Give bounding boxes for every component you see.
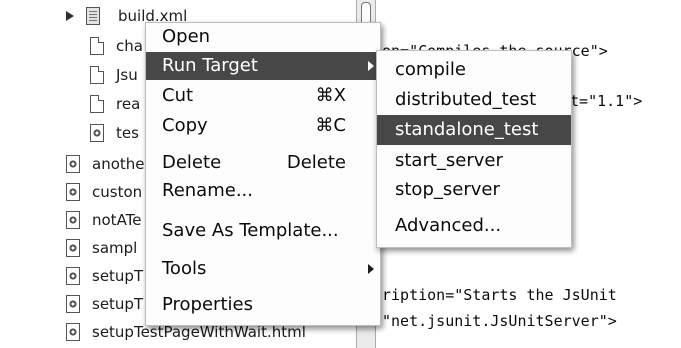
menu-item-copy[interactable]: Copy ⌘C <box>146 112 380 140</box>
code-line: ription="Starts the JsUnit <box>382 286 617 304</box>
submenu-arrow-icon <box>368 264 374 274</box>
tree-item-label: Jsu <box>116 66 138 84</box>
menu-item-label: Cut <box>162 85 194 106</box>
menu-item-label: Open <box>162 26 211 47</box>
shortcut-label: ⌘X <box>315 85 346 106</box>
submenu-item-advanced[interactable]: Advanced... <box>377 211 571 241</box>
gear-file-icon <box>66 155 80 173</box>
tree-item-label: custon <box>92 183 143 201</box>
gear-file-icon <box>66 239 80 257</box>
submenu-item-start-server[interactable]: start_server <box>377 146 571 176</box>
xml-file-icon <box>86 7 100 25</box>
submenu-item-standalone-test[interactable]: standalone_test <box>377 115 571 145</box>
shortcut-label: Delete <box>286 152 346 173</box>
menu-item-cut[interactable]: Cut ⌘X <box>146 82 380 110</box>
gear-file-icon <box>90 124 104 142</box>
menu-item-label: Tools <box>162 258 207 279</box>
document-icon <box>90 37 104 55</box>
tree-item-label: setupT <box>92 295 144 313</box>
menu-item-label: Properties <box>162 294 253 315</box>
tree-item-label: notATe <box>92 211 142 229</box>
gear-file-icon <box>66 211 80 229</box>
tree-item-label: setupT <box>92 267 144 285</box>
menu-item-save-as-template[interactable]: Save As Template... <box>146 217 380 245</box>
submenu-item-compile[interactable]: compile <box>377 55 571 85</box>
context-menu: Open Run Target Cut ⌘X Copy ⌘C Delete De… <box>145 22 381 326</box>
menu-item-label: Rename... <box>162 180 253 201</box>
disclosure-triangle-icon[interactable] <box>66 11 74 21</box>
gear-file-icon <box>66 183 80 201</box>
document-icon <box>90 66 104 84</box>
gear-file-icon <box>66 267 80 285</box>
shortcut-label: ⌘C <box>315 115 346 136</box>
menu-item-label: Copy <box>162 115 208 136</box>
document-icon <box>90 95 104 113</box>
menu-item-label: Run Target <box>162 55 258 76</box>
menu-item-rename[interactable]: Rename... <box>146 177 380 205</box>
menu-item-open[interactable]: Open <box>146 23 380 51</box>
tree-item-label: sampl <box>92 239 138 257</box>
menu-item-label: start_server <box>395 150 503 171</box>
submenu-item-stop-server[interactable]: stop_server <box>377 175 571 205</box>
tree-item-label: anothe <box>92 155 145 173</box>
menu-item-label: distributed_test <box>395 89 537 110</box>
menu-item-properties[interactable]: Properties <box>146 291 380 319</box>
menu-item-tools[interactable]: Tools <box>146 255 380 283</box>
menu-item-label: stop_server <box>395 179 500 200</box>
gear-file-icon <box>66 295 80 313</box>
code-line: "net.jsunit.JsUnitServer"> <box>382 312 617 330</box>
menu-item-label: Save As Template... <box>162 220 339 241</box>
tree-item-label: rea <box>116 95 141 113</box>
run-target-submenu: compile distributed_test standalone_test… <box>376 50 572 248</box>
menu-item-delete[interactable]: Delete Delete <box>146 149 380 177</box>
tree-item-label: tes <box>116 124 139 142</box>
menu-item-run-target[interactable]: Run Target <box>146 52 380 80</box>
menu-item-label: compile <box>395 59 466 80</box>
menu-item-label: standalone_test <box>395 119 539 140</box>
submenu-item-distributed-test[interactable]: distributed_test <box>377 85 571 115</box>
submenu-arrow-icon <box>368 61 374 71</box>
menu-item-label: Delete <box>162 152 222 173</box>
code-line: et="1.1"> <box>561 92 643 110</box>
gear-file-icon <box>66 323 80 341</box>
menu-item-label: Advanced... <box>395 215 502 236</box>
tree-item-label: cha <box>116 37 143 55</box>
